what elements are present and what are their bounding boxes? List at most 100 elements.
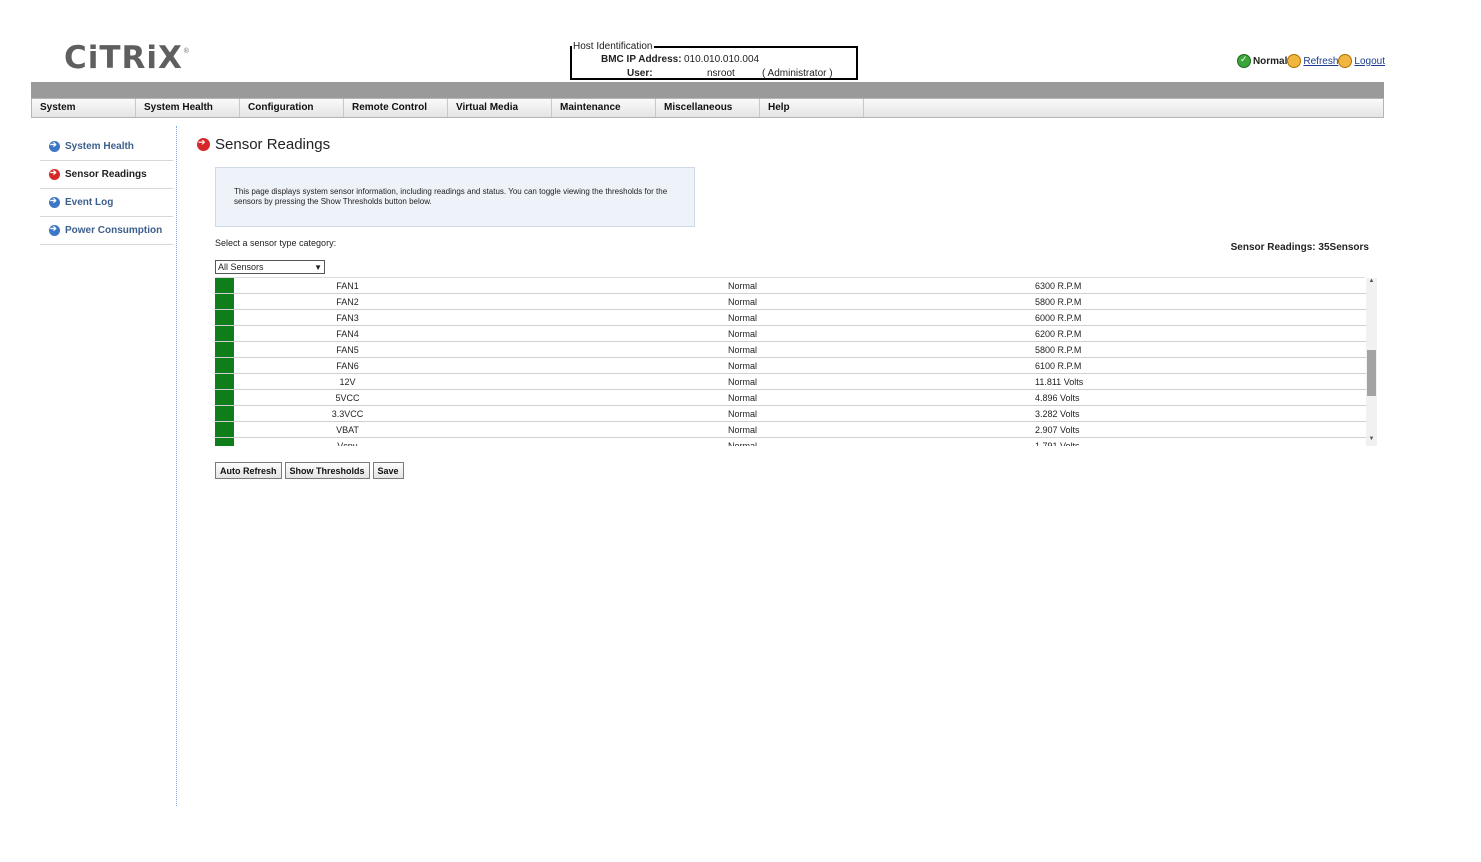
table-scrollbar[interactable]: ▲ ▼ bbox=[1366, 278, 1377, 446]
table-row: FAN4 Normal 6200 R.P.M bbox=[215, 326, 1377, 342]
sensor-table: FAN1 Normal 6300 R.P.M FAN2 Normal 5800 R.P.M… bbox=[215, 278, 1377, 446]
sensor-name: FAN5 bbox=[336, 345, 359, 355]
nav-system[interactable]: System bbox=[32, 99, 136, 117]
header-band bbox=[31, 82, 1384, 98]
sensor-reading: 6000 R.P.M bbox=[1035, 313, 1082, 323]
sensor-name: 5VCC bbox=[335, 393, 360, 403]
sensor-reading: 5800 R.P.M bbox=[1035, 345, 1082, 355]
nav-configuration[interactable]: Configuration bbox=[240, 99, 344, 117]
scroll-down-icon[interactable]: ▼ bbox=[1366, 436, 1377, 446]
sidebar-item-event-log[interactable]: Event Log bbox=[40, 189, 173, 217]
sensor-name: FAN6 bbox=[336, 361, 359, 371]
status-indicator bbox=[215, 406, 234, 421]
sidebar-item-sensor-readings[interactable]: Sensor Readings bbox=[40, 161, 173, 189]
table-row: 3.3VCC Normal 3.282 Volts bbox=[215, 406, 1377, 422]
auto-refresh-button[interactable]: Auto Refresh bbox=[215, 462, 282, 479]
sensor-status: Normal bbox=[728, 409, 758, 419]
sensor-status: Normal bbox=[728, 297, 758, 307]
status-ok-icon bbox=[1236, 54, 1251, 68]
refresh-icon[interactable] bbox=[1287, 54, 1302, 68]
sensor-reading: 6100 R.P.M bbox=[1035, 361, 1082, 371]
sidebar: System Health Sensor Readings Event Log … bbox=[40, 133, 173, 245]
save-button[interactable]: Save bbox=[372, 462, 404, 479]
sidebar-item-system-health[interactable]: System Health bbox=[40, 133, 173, 161]
sensor-reading: 6200 R.P.M bbox=[1035, 329, 1082, 339]
sensor-reading: 3.282 Volts bbox=[1035, 409, 1080, 419]
table-row: 12V Normal 11.811 Volts bbox=[215, 374, 1377, 390]
page-title: Sensor Readings bbox=[197, 136, 330, 153]
sensor-status: Normal bbox=[728, 425, 758, 435]
logo-registered-mark: ® bbox=[183, 48, 189, 55]
sensor-status: Normal bbox=[728, 281, 758, 291]
table-row: VBAT Normal 2.907 Volts bbox=[215, 422, 1377, 438]
sensor-status: Normal bbox=[728, 345, 758, 355]
scroll-up-icon[interactable]: ▲ bbox=[1366, 278, 1377, 288]
nav-help[interactable]: Help bbox=[760, 99, 864, 117]
logo-text: CiTRiX bbox=[64, 40, 183, 76]
sensor-status: Normal bbox=[728, 393, 758, 403]
table-row: FAN2 Normal 5800 R.P.M bbox=[215, 294, 1377, 310]
arrow-circle-icon bbox=[49, 140, 60, 152]
host-identification-legend: Host Identification bbox=[572, 41, 654, 52]
sensor-reading: 4.896 Volts bbox=[1035, 393, 1080, 403]
table-row: FAN1 Normal 6300 R.P.M bbox=[215, 278, 1377, 294]
sensor-name: FAN3 bbox=[336, 313, 359, 323]
sidebar-item-power-consumption[interactable]: Power Consumption bbox=[40, 217, 173, 245]
sensor-category-value: All Sensors bbox=[218, 262, 264, 272]
table-row: 5VCC Normal 4.896 Volts bbox=[215, 390, 1377, 406]
sensor-reading: 2.907 Volts bbox=[1035, 425, 1080, 435]
nav-miscellaneous[interactable]: Miscellaneous bbox=[656, 99, 760, 117]
sensor-reading: 6300 R.P.M bbox=[1035, 281, 1082, 291]
nav-system-health[interactable]: System Health bbox=[136, 99, 240, 117]
user-value: nsroot bbox=[707, 68, 735, 79]
table-row: FAN3 Normal 6000 R.P.M bbox=[215, 310, 1377, 326]
refresh-link[interactable]: Refresh bbox=[1303, 56, 1338, 67]
logout-link[interactable]: Logout bbox=[1354, 56, 1385, 67]
status-indicator bbox=[215, 438, 234, 446]
action-buttons: Auto Refresh Show Thresholds Save bbox=[215, 462, 404, 479]
sensor-category-select[interactable]: All Sensors ▼ bbox=[215, 260, 325, 274]
sensor-count: Sensor Readings: 35Sensors bbox=[1230, 242, 1369, 253]
status-indicator bbox=[215, 422, 234, 437]
sensor-status: Normal bbox=[728, 361, 758, 371]
chevron-down-icon: ▼ bbox=[314, 262, 322, 272]
nav-remote-control[interactable]: Remote Control bbox=[344, 99, 448, 117]
sidebar-divider bbox=[176, 126, 177, 806]
sensor-name: 3.3VCC bbox=[331, 409, 364, 419]
main-navigation: System System Health Configuration Remot… bbox=[31, 98, 1384, 118]
status-indicator bbox=[215, 326, 234, 341]
bmc-ip-value: 010.010.010.004 bbox=[684, 54, 760, 65]
sensor-table-body: FAN1 Normal 6300 R.P.M FAN2 Normal 5800 R.P.M… bbox=[215, 278, 1377, 446]
show-thresholds-button[interactable]: Show Thresholds bbox=[284, 462, 370, 479]
sidebar-item-label: Power Consumption bbox=[65, 225, 163, 236]
status-indicator bbox=[215, 358, 234, 373]
nav-virtual-media[interactable]: Virtual Media bbox=[448, 99, 552, 117]
top-right-toolbar: Normal Refresh Logout bbox=[1236, 54, 1385, 68]
status-indicator bbox=[215, 294, 234, 309]
arrow-circle-icon bbox=[49, 224, 60, 236]
citrix-logo: CiTRiX ® bbox=[64, 40, 189, 76]
logout-icon[interactable] bbox=[1338, 54, 1353, 68]
sidebar-item-label: Sensor Readings bbox=[65, 169, 147, 180]
sensor-name: FAN4 bbox=[336, 329, 359, 339]
sensor-category-label: Select a sensor type category: bbox=[215, 238, 337, 248]
sensor-status: Normal bbox=[728, 313, 758, 323]
arrow-circle-icon bbox=[49, 196, 60, 208]
sensor-status: Normal bbox=[728, 441, 758, 446]
arrow-circle-icon bbox=[49, 168, 60, 180]
status-indicator bbox=[215, 342, 234, 357]
sensor-name: FAN2 bbox=[336, 297, 359, 307]
scroll-thumb[interactable] bbox=[1367, 350, 1376, 396]
sensor-reading: 1.791 Volts bbox=[1035, 441, 1080, 446]
bmc-ip-label: BMC IP Address: bbox=[601, 54, 682, 65]
nav-maintenance[interactable]: Maintenance bbox=[552, 99, 656, 117]
arrow-circle-icon bbox=[197, 137, 210, 151]
table-row: FAN6 Normal 6100 R.P.M bbox=[215, 358, 1377, 374]
status-indicator bbox=[215, 310, 234, 325]
table-row: Vcpu Normal 1.791 Volts bbox=[215, 438, 1377, 446]
sensor-name: 12V bbox=[339, 377, 356, 387]
status-indicator bbox=[215, 374, 234, 389]
info-box: This page displays system sensor informa… bbox=[215, 167, 695, 227]
sensor-name: VBAT bbox=[336, 425, 359, 435]
sidebar-item-label: System Health bbox=[65, 141, 134, 152]
